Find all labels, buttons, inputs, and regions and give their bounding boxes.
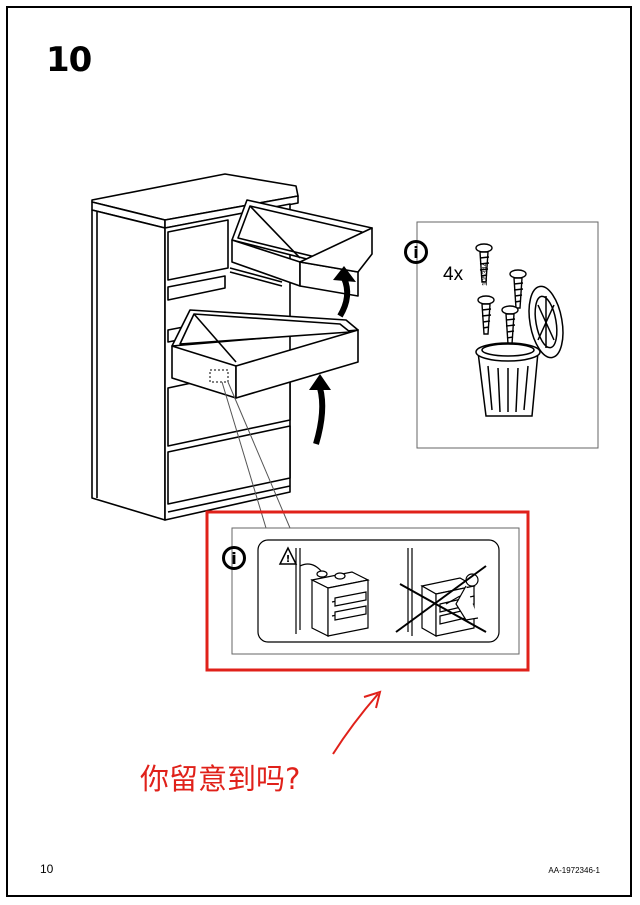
document-code: AA-1972346-1 [548,866,600,875]
svg-text:!: ! [286,554,291,565]
anti-tip-warning-panel [231,527,520,655]
annotation-question: 你留意到吗? [140,762,301,796]
safety-info-icon: i [222,546,246,570]
annotation-arrow-icon [332,690,382,755]
info-icon: i [404,240,428,264]
dresser-drawing [91,173,373,521]
assembly-illustration: ! [91,173,599,755]
screw-part-id: 105344 [482,262,489,286]
push-arrow-icon [309,374,331,445]
page-number: 10 [40,862,54,876]
screw-count: 4x [443,264,464,285]
